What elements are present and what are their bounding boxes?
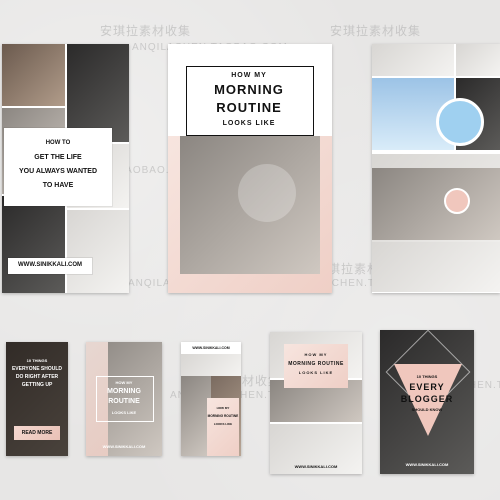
template-card-9[interactable]: 10 THINGS EVERY BLOGGER SHOULD KNOW WWW.… (380, 330, 474, 474)
template-card-2[interactable]: HOW MY MORNING ROUTINE LOOKS LIKE (168, 44, 332, 293)
collage-photo-3g (372, 242, 500, 292)
card7-title: MORNING ROUTINE (207, 414, 239, 418)
card1-line3: YOU ALWAYS WANTED (18, 168, 98, 175)
card9-pre: 10 THINGS (416, 374, 438, 379)
card2-photo-highlight (238, 164, 296, 222)
template-card-5[interactable]: 10 THINGS EVERYONE SHOULD DO RIGHT AFTER… (6, 342, 68, 456)
card1-line2: GET THE LIFE (34, 154, 82, 161)
card1-site: WWW.SINIKKALI.COM (18, 262, 82, 268)
card3-pink-circle (444, 188, 470, 214)
card2-post: LOOKS LIKE (222, 120, 276, 127)
collage-photo-1e (2, 196, 65, 293)
card5-line2: EVERYONE SHOULD (11, 366, 63, 372)
card6-site: WWW.SINIKKALI.COM (102, 444, 146, 449)
card8-post: LOOKS LIKE (298, 370, 334, 375)
template-card-7[interactable]: WWW.SINIKKALI.COM HOW MY MORNING ROUTINE… (181, 342, 241, 456)
card8-title: MORNING ROUTINE (288, 361, 344, 367)
card9-post: SHOULD KNOW (411, 407, 443, 412)
collage-photo-3f (372, 168, 500, 240)
card3-blue-circle (436, 98, 484, 146)
card1-line1: HOW TO (45, 140, 71, 146)
card9-title1: EVERY (409, 382, 445, 392)
card5-read-more[interactable]: READ MORE (14, 430, 60, 436)
card8-site: WWW.SINIKKALI.COM (294, 464, 338, 469)
card5-line1: 10 THINGS (26, 358, 48, 363)
collage-photo-1a (2, 44, 65, 106)
card2-title1: MORNING (214, 82, 284, 97)
card7-photo-top (181, 354, 241, 376)
card6-title2: ROUTINE (108, 398, 140, 405)
card6-post: LOOKS LIKE (111, 410, 137, 415)
card8-pre: HOW MY (304, 352, 328, 357)
card6-title1: MORNING (107, 388, 141, 395)
collage-photo-3a (372, 44, 454, 76)
card7-post: LOOKS LIKE (213, 422, 233, 426)
card7-pre: HOW MY (216, 406, 230, 410)
collage-photo-1f (67, 210, 129, 293)
template-card-3[interactable] (372, 44, 500, 293)
card9-site: WWW.SINIKKALI.COM (405, 462, 449, 467)
card9-title2: BLOGGER (400, 394, 454, 404)
template-card-8[interactable]: HOW MY MORNING ROUTINE LOOKS LIKE WWW.SI… (270, 332, 362, 474)
collage-photo-3b (456, 44, 500, 76)
template-card-1[interactable]: HOW TO GET THE LIFE YOU ALWAYS WANTED TO… (2, 44, 129, 293)
card2-title2: ROUTINE (216, 100, 282, 115)
card6-pre: HOW MY (115, 380, 133, 385)
template-card-6[interactable]: HOW MY MORNING ROUTINE LOOKS LIKE WWW.SI… (86, 342, 162, 456)
card2-pre: HOW MY (231, 72, 267, 79)
card7-site: WWW.SINIKKALI.COM (192, 346, 230, 350)
card5-line3: DO RIGHT AFTER (15, 374, 59, 380)
card1-line4: TO HAVE (42, 182, 74, 189)
card5-line4: GETTING UP (21, 382, 53, 388)
